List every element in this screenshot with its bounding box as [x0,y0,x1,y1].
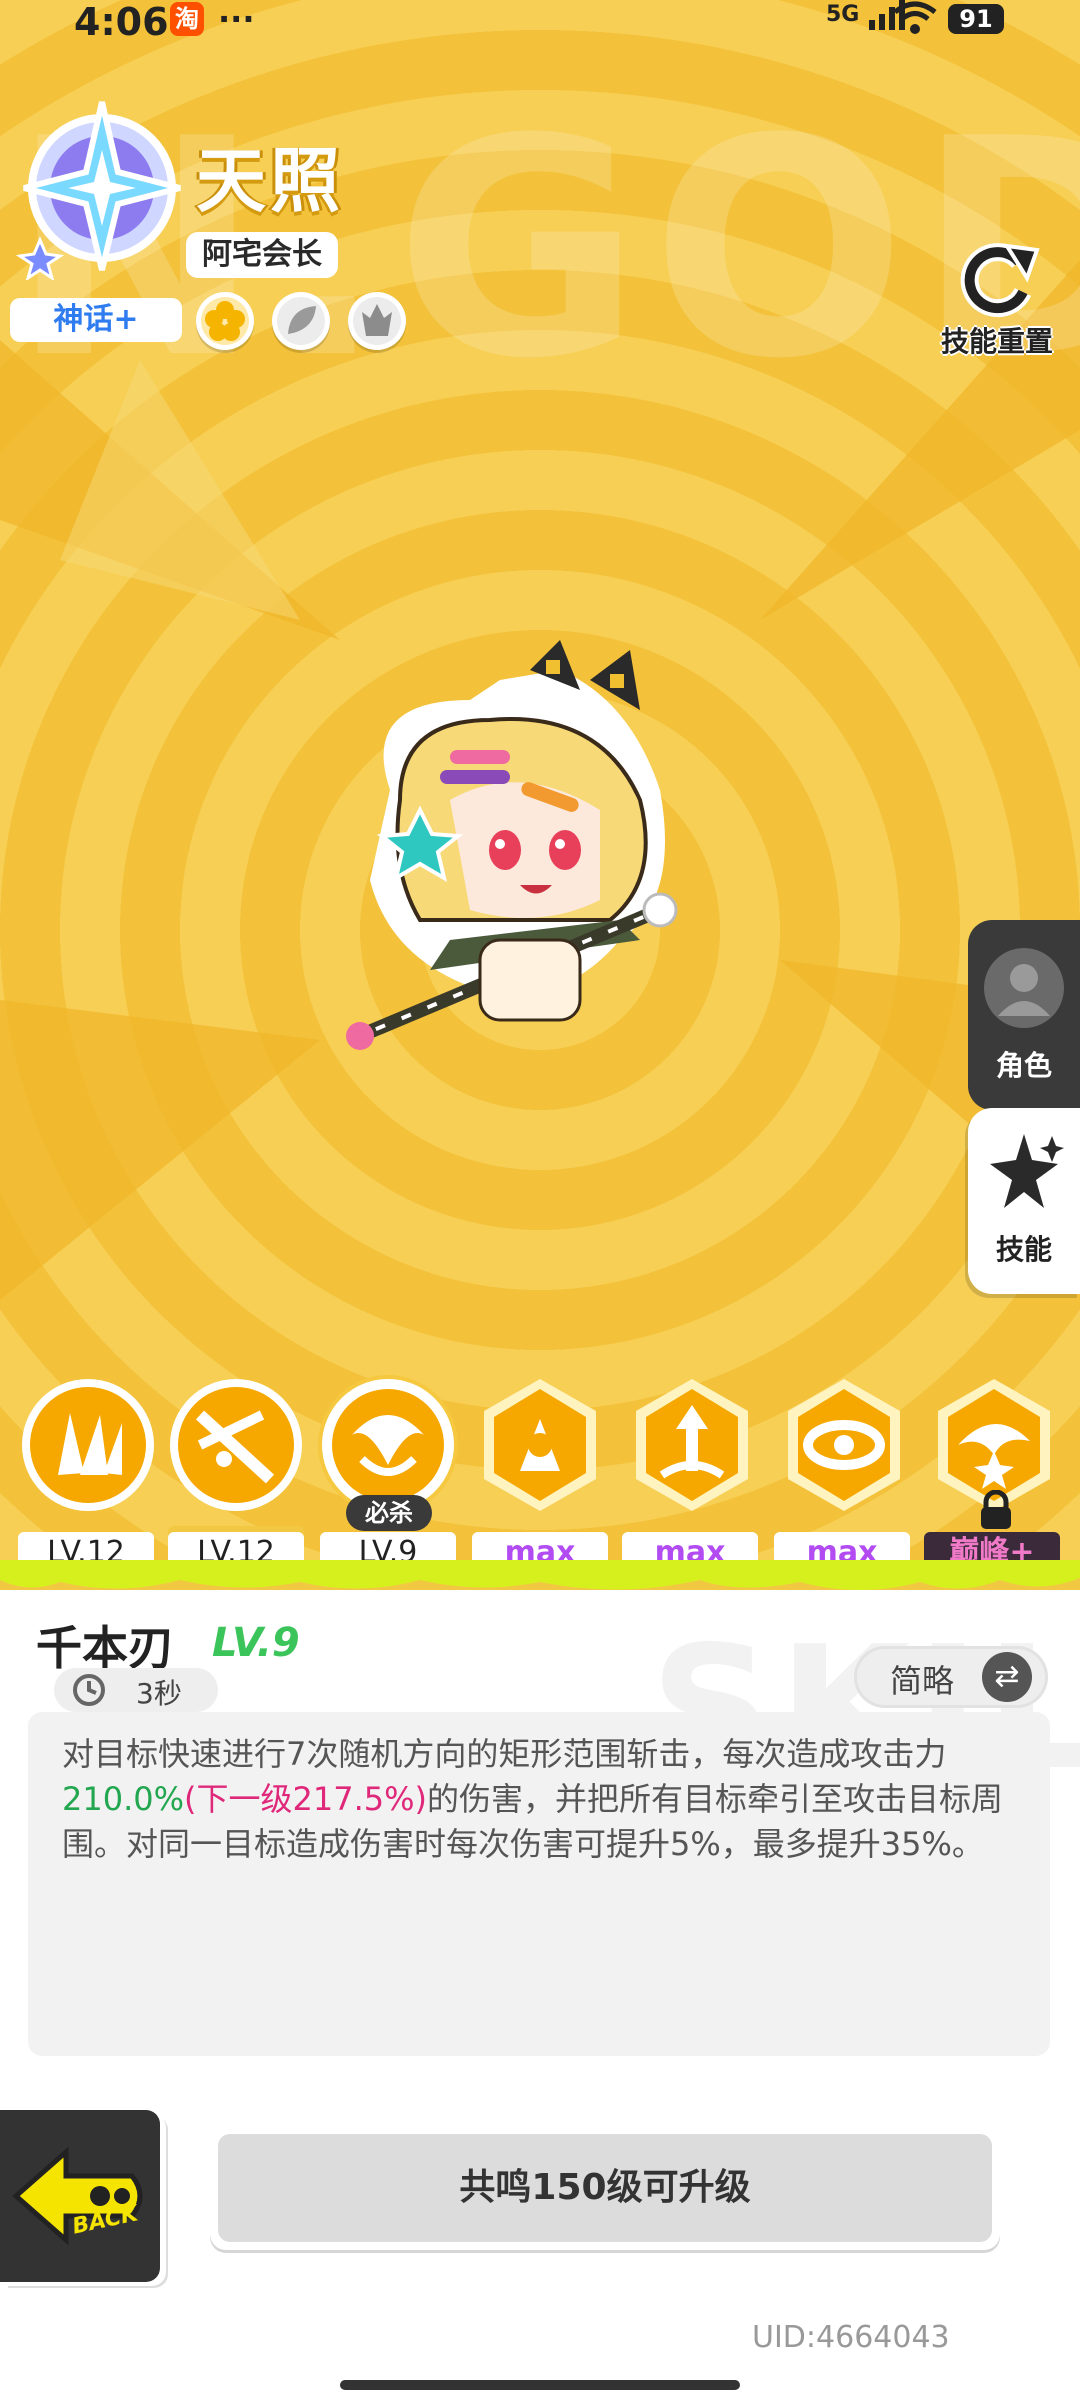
tab-character[interactable]: 角色 [968,920,1080,1110]
description-value: 210.0% [62,1780,185,1818]
tab-skill[interactable]: 技能 [968,1108,1080,1294]
user-id: UID:4664043 [752,2320,950,2355]
back-button[interactable]: BACK [0,2110,160,2282]
more-notifications-icon: ··· [218,0,255,38]
skill-level-7: 巅峰+ [924,1532,1060,1560]
cooldown-text: 3秒 [136,1677,182,1710]
tab-character-label: 角色 [995,1049,1052,1082]
skill-icon-3[interactable] [318,1375,458,1515]
skill-icon-1[interactable] [18,1375,158,1515]
upgrade-button[interactable]: 共鸣150级可升级 [210,2126,1000,2250]
cooldown-badge: 3秒 [54,1668,218,1712]
ultimate-badge: 必杀 [346,1495,432,1531]
skill-icon-5[interactable] [622,1375,762,1515]
swap-icon: ⇄ [982,1652,1032,1702]
skill-level-2: LV.12 [168,1532,304,1560]
brief-toggle-label: 简略 [890,1662,955,1700]
lock-icon [981,1490,1011,1529]
skill-level-4: max [472,1532,608,1560]
leaf-icon[interactable] [272,292,330,350]
skill-description: 对目标快速进行7次随机方向的矩形范围斩击，每次造成攻击力 210.0%(下一级21… [62,1732,1022,1867]
skill-description-box: 对目标快速进行7次随机方向的矩形范围斩击，每次造成攻击力 210.0%(下一级21… [28,1712,1050,2056]
reset-icon [960,243,1040,318]
home-indicator[interactable] [340,2380,740,2390]
skill-level-6: max [774,1532,910,1560]
avatar-icon [984,948,1064,1028]
skill-star-icon [990,1134,1064,1208]
skill-reset-label: 技能重置 [940,325,1053,358]
upgrade-label: 共鸣150级可升级 [218,2134,992,2242]
taobao-notification-icon: 淘 [170,2,204,36]
status-time: 4:06 [74,0,169,44]
description-next-level: (下一级217.5%) [184,1780,428,1818]
skill-level-1: LV.12 [18,1532,154,1560]
clock-icon [73,1674,105,1706]
battery-icon: 91 [948,4,1004,34]
network-type: 5G [826,2,860,27]
wifi-icon [893,1,937,34]
tier-badge: 神话+ [10,298,182,342]
fire-icon[interactable] [348,292,406,350]
flower-icon[interactable] [196,292,254,350]
character-title: 阿宅会长 [186,232,338,278]
tab-skill-label: 技能 [995,1233,1052,1266]
back-arrow-icon [12,2146,143,2246]
skill-level-3: LV.9 [320,1532,456,1560]
description-part-1: 对目标快速进行7次随机方向的矩形范围斩击，每次造成攻击力 [62,1735,947,1773]
skill-reset-button[interactable]: 技能重置 [922,240,1072,360]
skill-level-5: max [622,1532,758,1560]
hero-area: N.GOD 4:06 淘 ··· 5G 91 天照 阿宅会长 神话+ 技能重置 … [0,0,1080,1560]
skill-detail-panel: SKILL 千本刃 LV.9 3秒 简略 ⇄ 对目标快速进行7次随机方向的矩形范… [0,1590,1080,2400]
skill-icon-4[interactable] [470,1375,610,1515]
character-name: 天照 [196,140,344,222]
character-sprite [346,640,678,1050]
skill-level: LV.9 [212,1620,300,1666]
skill-icon-2[interactable] [166,1375,306,1515]
skill-icon-6[interactable] [774,1375,914,1515]
status-bar: 4:06 淘 ··· 5G 91 [0,0,1080,44]
rank-emblem-icon [15,101,181,280]
brief-toggle-button[interactable]: 简略 ⇄ [854,1646,1048,1708]
